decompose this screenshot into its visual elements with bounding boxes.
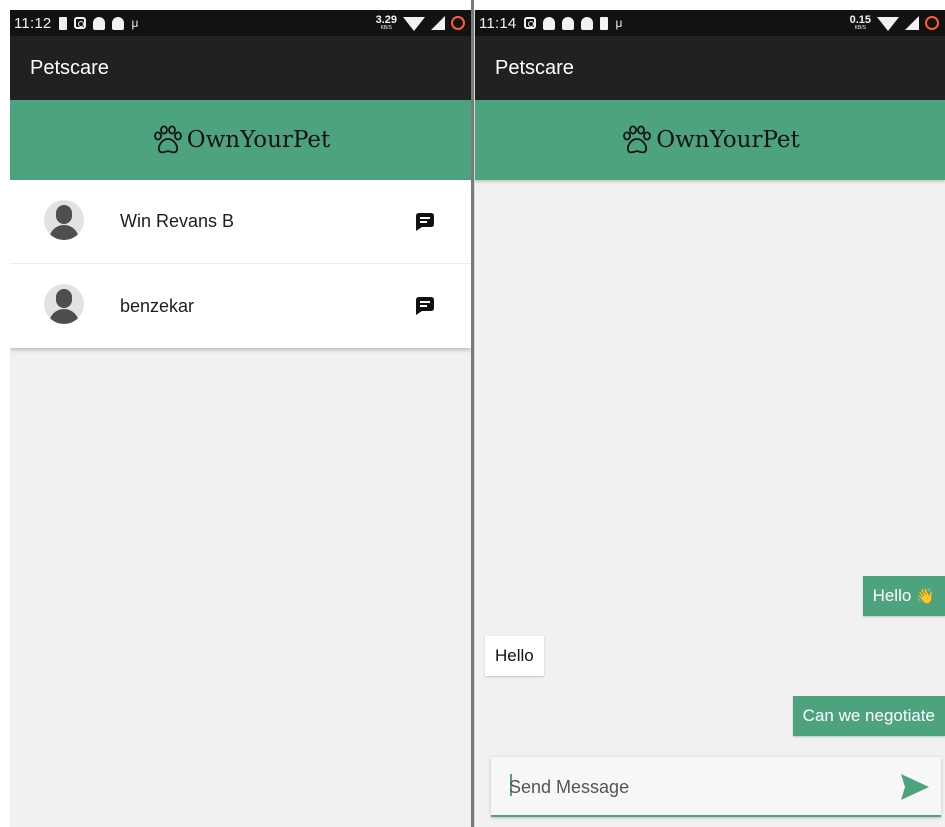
instagram-icon [74, 17, 87, 29]
outgoing-message[interactable]: Hello 👋 [862, 576, 945, 616]
brand-banner: OwnYourPet [10, 100, 471, 180]
status-bar: 11:14 μ 0.15 KB/S [475, 10, 945, 36]
brand-banner: OwnYourPet [475, 100, 945, 180]
snapchat-icon [543, 16, 556, 30]
paw-icon [153, 125, 182, 154]
chat-list-item[interactable]: benzekar [10, 264, 471, 348]
brand-name: OwnYourPet [656, 127, 800, 153]
signal-icon [905, 16, 919, 30]
snapchat-icon [581, 16, 594, 30]
paw-icon [623, 125, 652, 154]
network-speed-unit: KB/S [854, 25, 866, 31]
notification-icons: μ [59, 16, 139, 30]
conversation-screen: 11:14 μ 0.15 KB/S Petscare OwnYourPet He… [474, 10, 945, 827]
battery-saver-icon [600, 16, 609, 30]
status-time: 11:14 [479, 14, 517, 32]
battery-ring-icon [451, 16, 465, 30]
message-composer [491, 757, 941, 817]
send-icon[interactable] [899, 772, 931, 802]
network-speed: 0.15 KB/S [850, 15, 871, 31]
message-text: Hello [872, 586, 912, 605]
system-icons: 3.29 KB/S [376, 10, 465, 36]
message-input[interactable] [509, 772, 869, 802]
message-thread: Hello 👋 Hello Can we negotiate [475, 180, 945, 827]
chat-bubble-icon[interactable] [415, 296, 435, 316]
notification-icons: μ [524, 16, 623, 30]
contact-name: Win Revans B [120, 211, 235, 231]
status-bar: 11:12 μ 3.29 KB/S [10, 10, 471, 36]
battery-saver-icon [59, 16, 68, 30]
brand-name: OwnYourPet [186, 127, 331, 153]
gmail-icon: μ [615, 16, 623, 30]
outgoing-message[interactable]: Can we negotiate [792, 696, 945, 736]
status-time: 11:12 [14, 14, 52, 32]
snapchat-icon [562, 16, 575, 30]
wifi-icon [403, 17, 425, 31]
snapchat-icon [112, 16, 125, 30]
wifi-icon [877, 17, 899, 31]
message-text: Hello [495, 646, 534, 665]
signal-icon [431, 16, 445, 30]
chat-list: Win Revans B benzekar [10, 180, 471, 348]
message-text: Can we negotiate [802, 706, 935, 725]
brand-logo: OwnYourPet [620, 125, 800, 155]
contact-name: benzekar [120, 295, 195, 316]
gmail-icon: μ [131, 16, 139, 30]
instagram-icon [524, 17, 537, 29]
avatar [44, 284, 84, 324]
avatar [44, 200, 84, 240]
snapchat-icon [93, 16, 106, 30]
network-speed: 3.29 KB/S [376, 15, 397, 31]
chat-list-item[interactable]: Win Revans B [10, 180, 471, 264]
app-bar: Petscare [475, 36, 945, 100]
incoming-message[interactable]: Hello [485, 636, 544, 676]
app-title: Petscare [30, 56, 109, 79]
brand-logo: OwnYourPet [151, 125, 331, 155]
battery-ring-icon [925, 16, 939, 30]
waving-hand-emoji: 👋 [916, 588, 935, 605]
app-title: Petscare [495, 56, 574, 79]
chat-bubble-icon[interactable] [415, 212, 435, 232]
app-bar: Petscare [10, 36, 471, 100]
network-speed-unit: KB/S [380, 25, 392, 31]
system-icons: 0.15 KB/S [850, 10, 939, 36]
chat-list-screen: 11:12 μ 3.29 KB/S Petscare OwnYourPet Wi… [10, 10, 471, 827]
